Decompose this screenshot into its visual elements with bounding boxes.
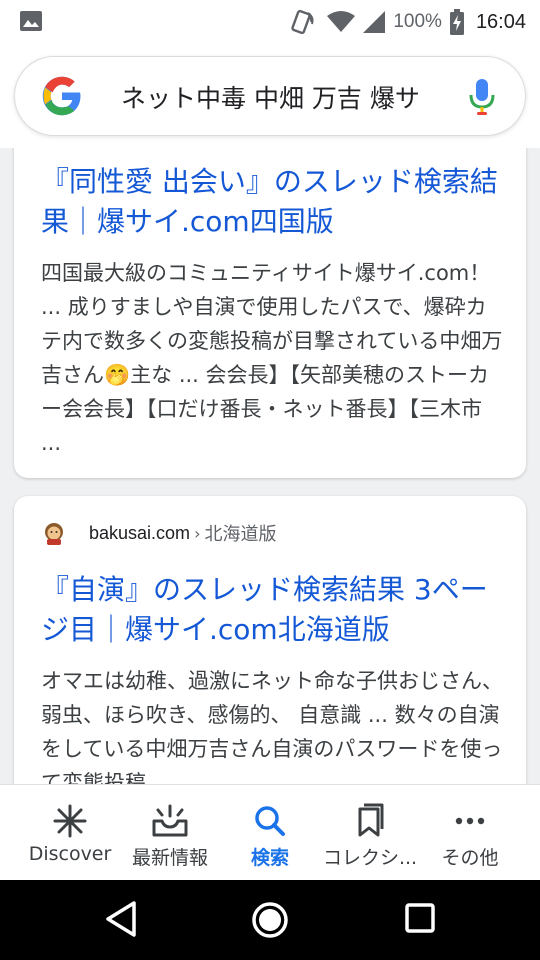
search-query[interactable]: ネット中毒 中畑 万吉 爆サ (121, 79, 441, 115)
cell-signal-icon (363, 11, 386, 33)
bookmark-icon (358, 803, 384, 837)
search-results: 『同性愛 出会い』のスレッド検索結果｜爆サイ.com四国版 四国最大級のコミュニ… (0, 148, 540, 784)
result-snippet: 四国最大級のコミュニティサイト爆サイ.com！ ... 成りすましや自演で使用し… (41, 261, 503, 455)
wifi-icon (327, 11, 356, 32)
site-favicon-icon (41, 520, 67, 546)
more-icon (455, 817, 485, 825)
battery-percent: 100% (393, 11, 442, 32)
clock: 16:04 (475, 10, 526, 33)
home-icon[interactable] (250, 900, 290, 940)
battery-charging-icon (449, 9, 464, 35)
nav-item-updates[interactable]: 最新情報 (116, 785, 224, 881)
result-snippet: オマエは幼稚、過激にネット命な子供おじさん、弱虫、ほら吹き、感傷的、 自意識 .… (41, 669, 503, 784)
nav-label: 検索 (250, 847, 289, 869)
nav-label: Discover (28, 843, 112, 865)
result-title-link[interactable]: 『自演』のスレッド検索結果 3ページ目｜爆サイ.com北海道版 (41, 570, 501, 650)
nav-label: コレクシ... (322, 847, 418, 869)
nav-label: その他 (441, 847, 499, 869)
breadcrumb-separator: › (194, 523, 201, 543)
nav-item-discover[interactable]: Discover (16, 785, 124, 881)
nav-item-more[interactable]: その他 (416, 785, 524, 881)
result-card: bakusai.com › 北海道版 『自演』のスレッド検索結果 3ページ目｜爆… (14, 496, 526, 784)
nav-item-collections[interactable]: コレクシ... (316, 785, 424, 881)
microphone-icon[interactable] (467, 77, 497, 117)
recents-icon[interactable] (404, 902, 436, 934)
search-header: ネット中毒 中畑 万吉 爆サ (0, 44, 540, 148)
google-logo-icon (42, 76, 81, 116)
status-bar: 100% 16:04 (0, 0, 540, 44)
search-bar[interactable]: ネット中毒 中畑 万吉 爆サ (14, 56, 526, 136)
vibrate-nfc-icon (291, 9, 314, 35)
nav-item-search[interactable]: 検索 (216, 785, 324, 881)
search-icon (255, 806, 285, 836)
result-card: 『同性愛 出会い』のスレッド検索結果｜爆サイ.com四国版 四国最大級のコミュニ… (14, 148, 526, 478)
site-domain: bakusai.com (89, 522, 191, 543)
updates-tray-icon (152, 804, 188, 837)
site-path: 北海道版 (204, 524, 277, 545)
bottom-navigation: Discover 最新情報 検索 コレクシ... その他 (0, 784, 540, 881)
result-title-link[interactable]: 『同性愛 出会い』のスレッド検索結果｜爆サイ.com四国版 (41, 162, 501, 242)
nav-label: 最新情報 (131, 847, 208, 869)
back-icon[interactable] (104, 900, 138, 938)
result-site[interactable]: bakusai.com › 北海道版 (41, 520, 276, 546)
photo-notification-icon (20, 11, 42, 31)
system-navigation-bar (0, 880, 540, 960)
asterisk-icon (53, 804, 87, 838)
